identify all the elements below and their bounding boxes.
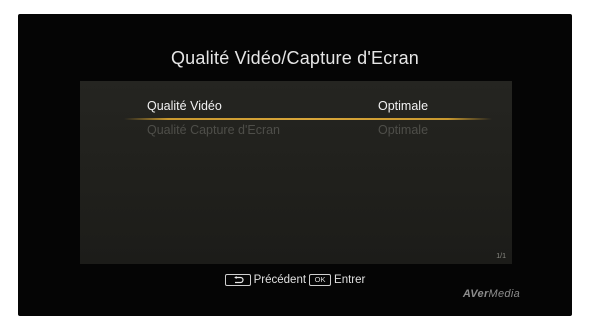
menu-item-value: Optimale — [378, 99, 429, 113]
return-arrow-icon — [233, 276, 244, 284]
menu-item-label: Qualité Capture d'Ecran — [147, 123, 281, 137]
back-hint-label: Précédent — [253, 274, 307, 286]
back-key-icon — [224, 274, 251, 286]
avermedia-logo: AVerMedia — [462, 288, 520, 300]
menu-item-capture-quality[interactable]: Qualité Capture d'Ecran Optimale — [80, 119, 512, 141]
menu-item-video-quality[interactable]: Qualité Vidéo Optimale — [80, 95, 512, 117]
menu-item-value: Optimale — [378, 123, 429, 137]
ok-key-icon: OK — [309, 274, 332, 286]
settings-menu-panel: Qualité Vidéo Optimale Qualité Capture d… — [80, 81, 512, 264]
page-indicator: 1/1 — [496, 253, 506, 260]
page-title: Qualité Vidéo/Capture d'Ecran — [170, 48, 420, 68]
menu-item-label: Qualité Vidéo — [147, 99, 222, 113]
enter-hint-label: Entrer — [334, 274, 366, 286]
button-hint-bar: Précédent OK Entrer — [18, 272, 572, 288]
tv-screen: Qualité Vidéo/Capture d'Ecran Qualité Vi… — [18, 14, 572, 316]
